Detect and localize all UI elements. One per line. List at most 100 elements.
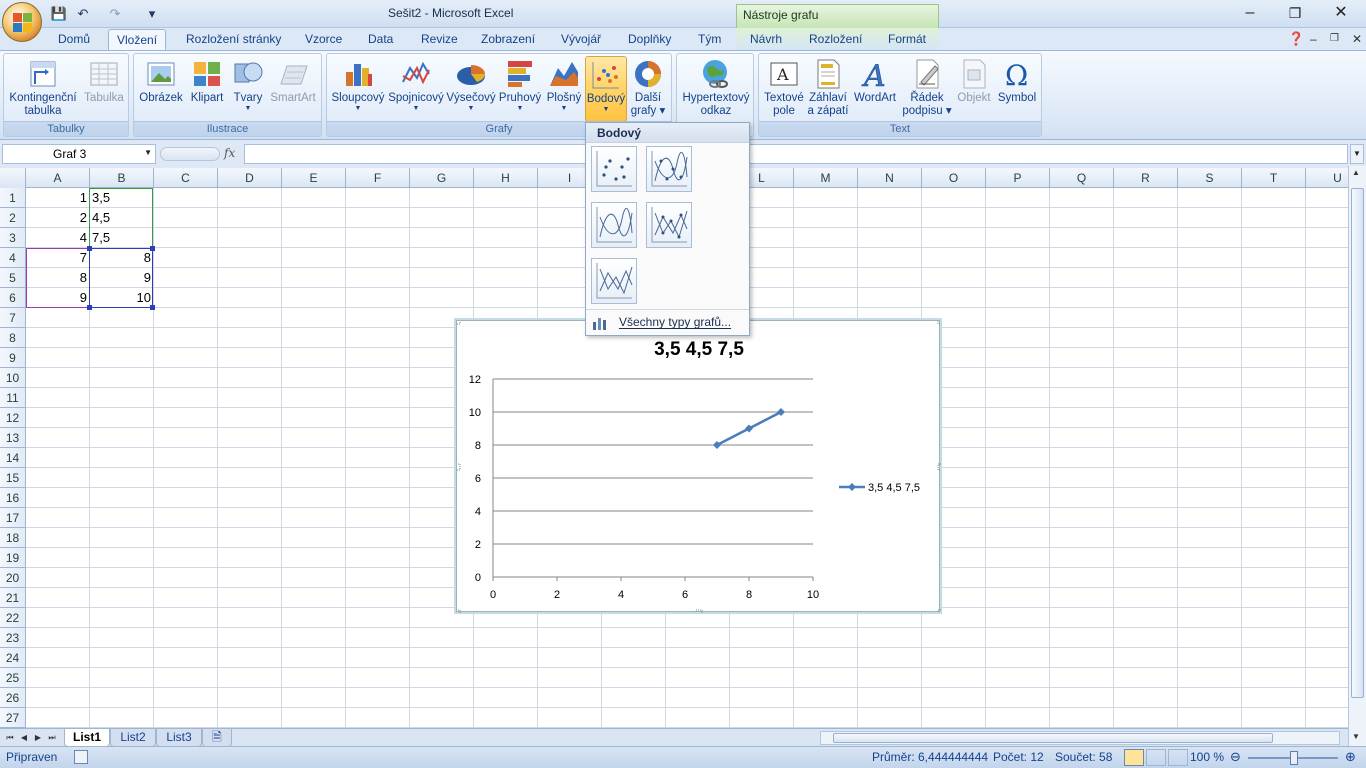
column-chart-button[interactable]: Sloupcový ▼ [330, 56, 386, 122]
hyperlink-button[interactable]: Hypertextový odkaz [680, 56, 752, 122]
tab-zobrazeni[interactable]: Zobrazení [473, 29, 543, 50]
row-header-7[interactable]: 7 [0, 308, 26, 328]
row-header-11[interactable]: 11 [0, 388, 26, 408]
column-header-u[interactable]: U [1306, 168, 1348, 188]
row-header-15[interactable]: 15 [0, 468, 26, 488]
row-header-9[interactable]: 9 [0, 348, 26, 368]
smartart-button[interactable]: SmartArt [268, 56, 318, 122]
zoom-in-icon[interactable]: ⊕ [1345, 749, 1356, 765]
scatter-chart-button[interactable]: Bodový ▼ [585, 56, 627, 122]
other-charts-button[interactable]: Další grafy ▾ [628, 56, 668, 122]
row-header-3[interactable]: 3 [0, 228, 26, 248]
name-box[interactable]: Graf 3 ▼ [2, 144, 156, 164]
shapes-button[interactable]: Tvary ▼ [230, 56, 266, 122]
line-chart-button[interactable]: Spojnicový ▼ [387, 56, 445, 122]
row-header-22[interactable]: 22 [0, 608, 26, 628]
row-header-25[interactable]: 25 [0, 668, 26, 688]
scatter-markers-only-option[interactable] [591, 146, 637, 192]
column-header-q[interactable]: Q [1050, 168, 1114, 188]
first-sheet-icon[interactable]: ⏮ [4, 731, 16, 745]
close-button[interactable]: ✕ [1328, 3, 1354, 23]
clipart-button[interactable]: Klipart [186, 56, 228, 122]
column-header-d[interactable]: D [218, 168, 282, 188]
chevron-down-icon[interactable]: ▼ [144, 148, 152, 157]
area-chart-button[interactable]: Plošný ▼ [544, 56, 584, 122]
insert-sheet-icon[interactable]: 🗎 [202, 729, 232, 747]
picture-button[interactable]: Obrázek [138, 56, 184, 122]
select-all-corner[interactable] [0, 168, 26, 188]
column-header-n[interactable]: N [858, 168, 922, 188]
row-header-8[interactable]: 8 [0, 328, 26, 348]
scatter-straight-markers-option[interactable] [646, 202, 692, 248]
column-header-s[interactable]: S [1178, 168, 1242, 188]
embedded-chart[interactable]: 3,5 4,5 7,5 0 2 4 6 8 10 12 0 2 4 6 8 10 3,5 4,5 7,5 [454, 318, 942, 614]
row-header-2[interactable]: 2 [0, 208, 26, 228]
page-break-view-icon[interactable] [1168, 749, 1188, 766]
object-button[interactable]: Objekt [955, 56, 993, 122]
bar-chart-button[interactable]: Pruhový ▼ [497, 56, 543, 122]
row-header-20[interactable]: 20 [0, 568, 26, 588]
formula-input[interactable] [244, 144, 1348, 164]
tab-rozlozeni[interactable]: Rozložení [801, 29, 870, 50]
tab-rozlozeni-stranky[interactable]: Rozložení stránky [178, 29, 289, 50]
undo-icon[interactable]: ↶ [72, 5, 94, 23]
column-header-o[interactable]: O [922, 168, 986, 188]
normal-view-icon[interactable] [1124, 749, 1144, 766]
column-header-m[interactable]: M [794, 168, 858, 188]
scroll-up-icon[interactable]: ▲ [1352, 168, 1360, 177]
row-header-13[interactable]: 13 [0, 428, 26, 448]
range-handle[interactable] [150, 246, 155, 251]
zoom-slider-knob[interactable] [1290, 751, 1298, 765]
pie-chart-button[interactable]: Výsečový ▼ [446, 56, 496, 122]
tab-doplnky[interactable]: Doplňky [620, 29, 679, 50]
tab-tym[interactable]: Tým [690, 29, 729, 50]
last-sheet-icon[interactable]: ⏭ [46, 731, 58, 745]
vertical-scrollbar[interactable]: ▲ ▼ [1348, 166, 1366, 746]
zoom-level[interactable]: 100 % [1190, 750, 1224, 764]
minimize-button[interactable]: – [1237, 3, 1263, 23]
row-header-4[interactable]: 4 [0, 248, 26, 268]
sheet-tab-list1[interactable]: List1 [64, 729, 110, 747]
column-header-t[interactable]: T [1242, 168, 1306, 188]
row-header-16[interactable]: 16 [0, 488, 26, 508]
column-header-h[interactable]: H [474, 168, 538, 188]
horizontal-scroll-thumb[interactable] [833, 733, 1273, 743]
page-layout-view-icon[interactable] [1146, 749, 1166, 766]
text-box-button[interactable]: A Textové pole [761, 56, 807, 122]
range-handle[interactable] [150, 305, 155, 310]
pivot-table-button[interactable]: Kontingenční tabulka [8, 56, 78, 122]
row-header-12[interactable]: 12 [0, 408, 26, 428]
scatter-straight-lines-option[interactable] [591, 258, 637, 304]
table-button[interactable]: Tabulka [82, 56, 126, 122]
tab-vyvojar[interactable]: Vývojář [553, 29, 609, 50]
restore-button[interactable]: ❐ [1282, 3, 1308, 23]
horizontal-scrollbar[interactable] [820, 731, 1340, 745]
row-header-21[interactable]: 21 [0, 588, 26, 608]
ribbon-close-icon[interactable]: ✕ [1344, 29, 1366, 50]
signature-line-button[interactable]: Řádek podpisu ▾ [901, 56, 953, 122]
cell-a1[interactable]: 1 [26, 188, 89, 208]
column-header-p[interactable]: P [986, 168, 1050, 188]
redo-icon[interactable]: ↷ [104, 5, 126, 23]
all-chart-types-item[interactable]: Všechny typy grafů... [586, 309, 749, 335]
formula-bar-splitter[interactable] [160, 147, 220, 161]
column-header-g[interactable]: G [410, 168, 474, 188]
row-header-27[interactable]: 27 [0, 708, 26, 728]
row-header-18[interactable]: 18 [0, 528, 26, 548]
scatter-smooth-lines-option[interactable] [591, 202, 637, 248]
sheet-tab-list3[interactable]: List3 [156, 729, 202, 747]
cell-a2[interactable]: 2 [26, 208, 89, 228]
row-header-23[interactable]: 23 [0, 628, 26, 648]
row-header-24[interactable]: 24 [0, 648, 26, 668]
zoom-out-icon[interactable]: ⊖ [1230, 749, 1241, 765]
next-sheet-icon[interactable]: ▶ [32, 731, 44, 745]
range-handle[interactable] [87, 246, 92, 251]
tab-vzorce[interactable]: Vzorce [297, 29, 350, 50]
office-button[interactable] [2, 2, 42, 42]
row-header-1[interactable]: 1 [0, 188, 26, 208]
sheet-tab-list2[interactable]: List2 [110, 729, 156, 747]
vertical-scroll-thumb[interactable] [1351, 188, 1364, 698]
column-header-a[interactable]: A [26, 168, 90, 188]
tab-data[interactable]: Data [360, 29, 401, 50]
column-header-c[interactable]: C [154, 168, 218, 188]
